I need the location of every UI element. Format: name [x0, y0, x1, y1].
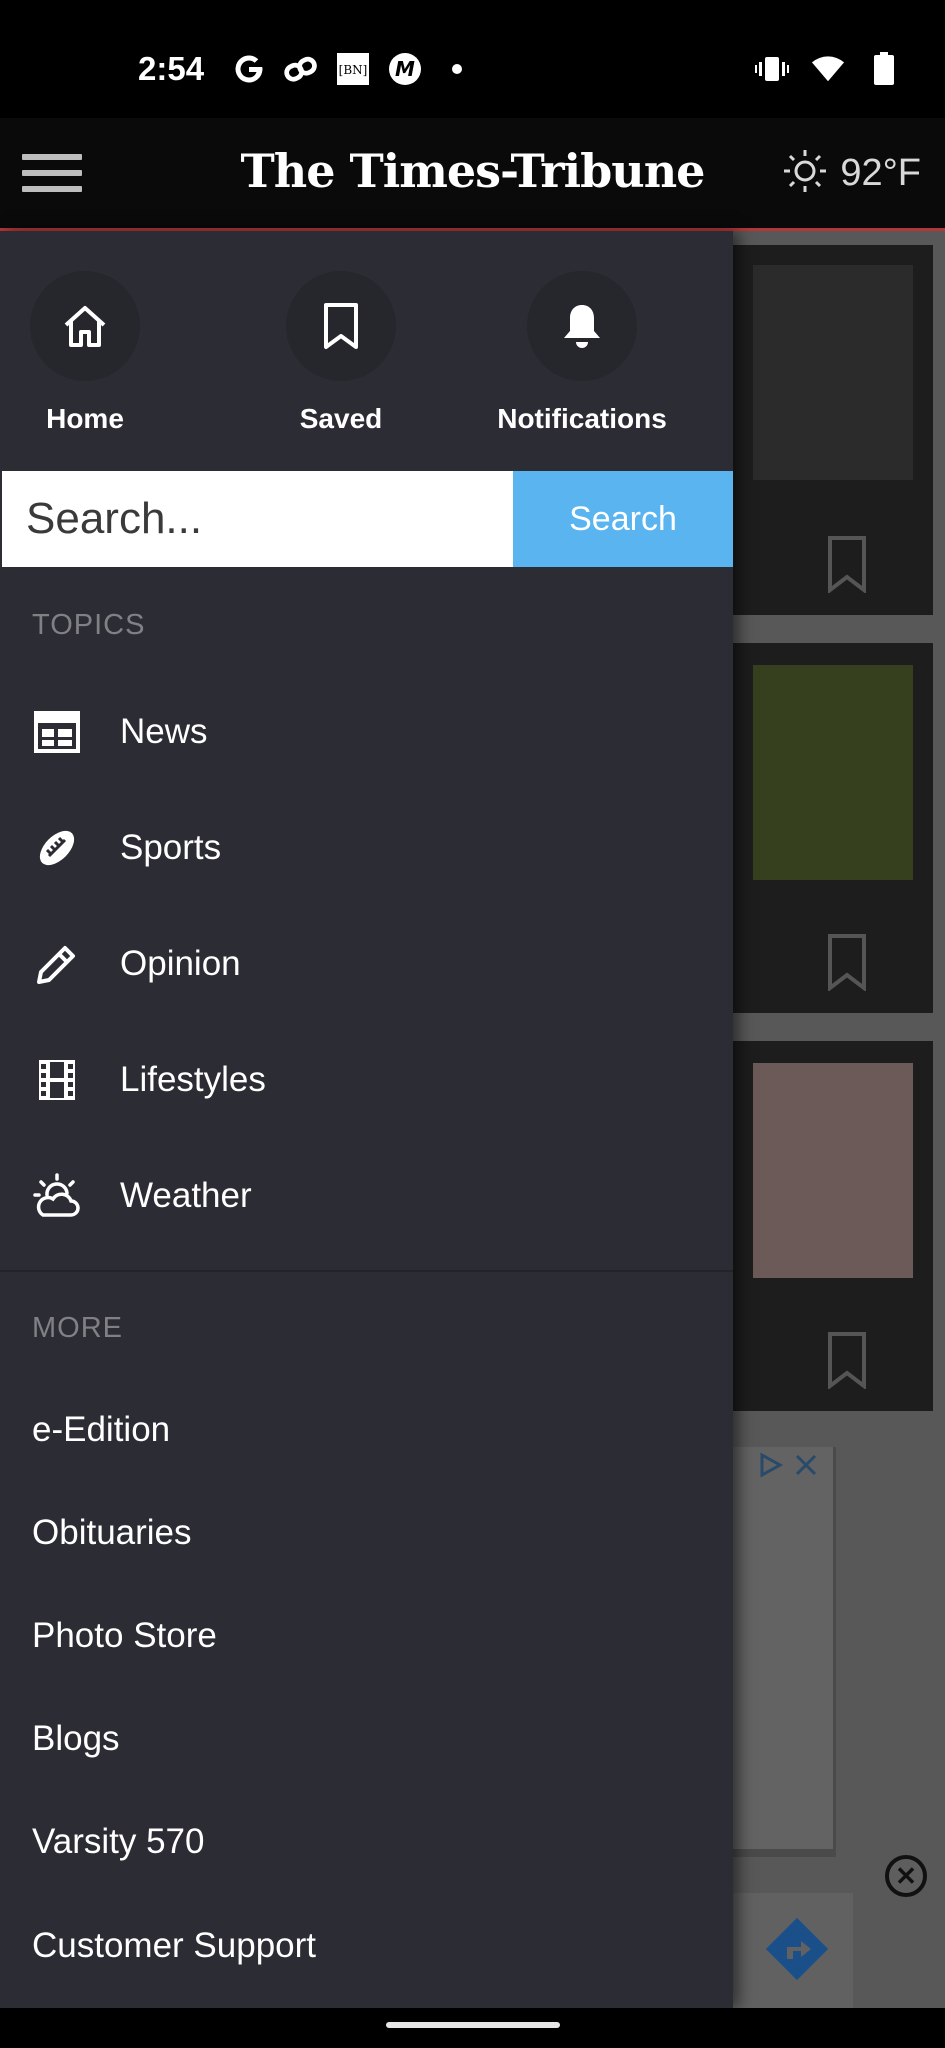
notification-icons: [BN] M: [232, 52, 474, 86]
home-label: Home: [46, 403, 124, 434]
article-image: [753, 1063, 913, 1278]
search-button[interactable]: Search: [513, 471, 733, 567]
bookmark-icon[interactable]: [827, 1331, 867, 1391]
section-divider: [0, 1270, 733, 1272]
topic-item-sports[interactable]: Sports: [0, 790, 733, 906]
app-header: The Times-Tribune 92°F: [0, 118, 945, 231]
topic-label: Opinion: [120, 944, 241, 983]
close-ad-icon[interactable]: ✕: [885, 1855, 927, 1897]
bookmark-icon[interactable]: [827, 933, 867, 993]
sun-icon: [782, 148, 828, 199]
search-bar: Search: [2, 471, 733, 567]
ad-banner[interactable]: [733, 1447, 836, 1857]
more-item-photo-store[interactable]: Photo Store: [32, 1616, 217, 1656]
more-item-varsity-570[interactable]: Varsity 570: [32, 1822, 205, 1862]
vibrate-icon: [755, 52, 789, 86]
bn-icon: [BN]: [336, 52, 370, 86]
navigation-drawer: Home Saved Notifications Search TOPICS N…: [0, 231, 733, 2008]
wifi-icon: [811, 52, 845, 86]
newspaper-icon: [32, 707, 82, 757]
topic-label: Weather: [120, 1176, 252, 1215]
notifications-label: Notifications: [497, 403, 667, 434]
more-heading: MORE: [32, 1312, 123, 1344]
status-bar: 2:54 [BN] M: [0, 0, 945, 118]
home-gesture-handle[interactable]: [386, 2022, 560, 2028]
more-item-blogs[interactable]: Blogs: [32, 1719, 120, 1759]
topics-heading: TOPICS: [32, 609, 146, 641]
article-image: [753, 665, 913, 880]
topic-item-weather[interactable]: Weather: [0, 1138, 733, 1254]
link-icon: [284, 52, 318, 86]
topic-item-opinion[interactable]: Opinion: [0, 906, 733, 1022]
svg-text:[BN]: [BN]: [339, 63, 368, 77]
adchoices-icon[interactable]: [758, 1452, 784, 1483]
saved-label: Saved: [299, 403, 383, 434]
pencil-icon: [32, 939, 82, 989]
status-time: 2:54: [138, 50, 205, 87]
article-image: [753, 265, 913, 480]
article-card[interactable]: [733, 1041, 933, 1411]
article-card[interactable]: [733, 643, 933, 1013]
home-icon: [30, 271, 140, 381]
ad-close-icon[interactable]: [794, 1453, 818, 1482]
more-item-obituaries[interactable]: Obituaries: [32, 1513, 192, 1553]
weather-temp: 92°F: [840, 152, 921, 194]
topic-item-lifestyles[interactable]: Lifestyles: [0, 1022, 733, 1138]
football-icon: [32, 823, 82, 873]
topic-label: News: [120, 712, 208, 751]
battery-icon: [867, 52, 901, 86]
search-input[interactable]: [2, 471, 513, 567]
weather-widget[interactable]: 92°F: [782, 148, 921, 199]
m-icon: M: [388, 52, 422, 86]
home-button[interactable]: Home: [0, 271, 185, 435]
google-icon: [232, 52, 266, 86]
article-card[interactable]: [733, 245, 933, 615]
dot-icon: [440, 52, 474, 86]
film-icon: [32, 1055, 82, 1105]
ad-controls: [758, 1452, 818, 1483]
bookmark-icon[interactable]: [827, 535, 867, 595]
weather-icon: [32, 1171, 82, 1221]
saved-button[interactable]: Saved: [241, 271, 441, 435]
svg-text:M: M: [395, 57, 415, 81]
topic-item-news[interactable]: News: [0, 674, 733, 790]
quick-actions: Home Saved Notifications: [0, 231, 733, 461]
directions-icon[interactable]: [765, 1917, 829, 1981]
topic-label: Lifestyles: [120, 1060, 266, 1099]
bookmark-icon: [286, 271, 396, 381]
more-item-e-edition[interactable]: e-Edition: [32, 1410, 170, 1450]
system-icons: [755, 52, 901, 86]
more-item-customer-support[interactable]: Customer Support: [32, 1926, 316, 1966]
notifications-button[interactable]: Notifications: [482, 271, 682, 435]
system-nav-bar: [0, 2008, 945, 2048]
bell-icon: [527, 271, 637, 381]
topic-label: Sports: [120, 828, 222, 867]
